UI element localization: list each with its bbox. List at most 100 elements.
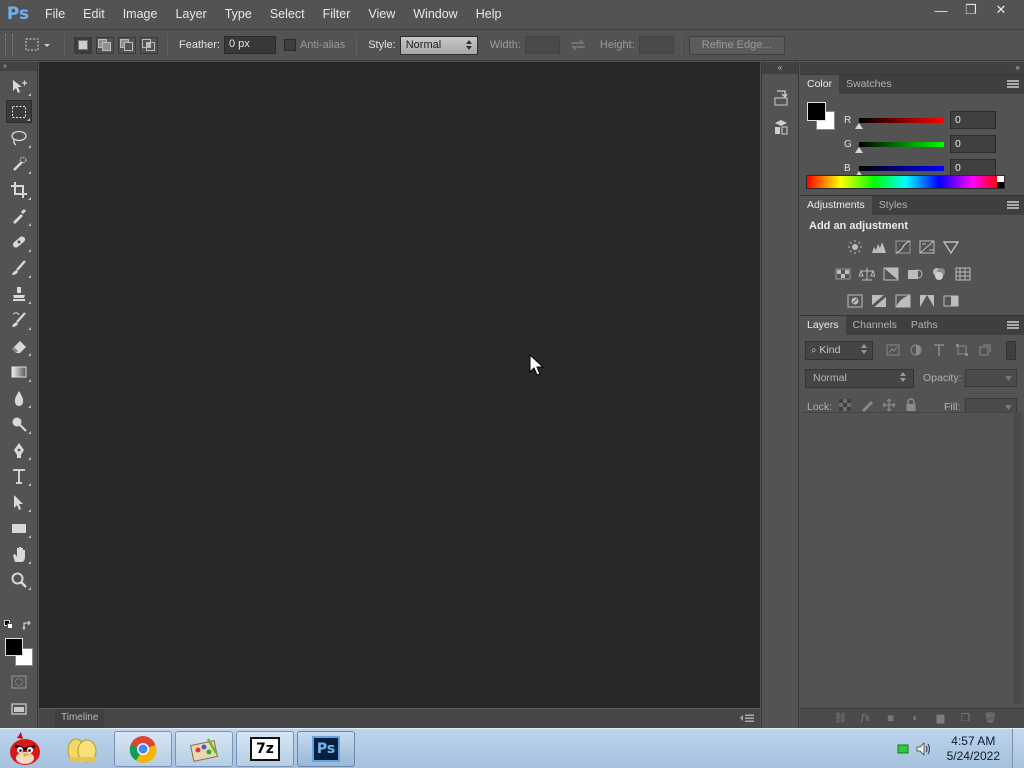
menu-window[interactable]: Window bbox=[404, 0, 466, 28]
feather-input[interactable]: 0 px bbox=[223, 36, 276, 54]
volume-icon[interactable] bbox=[915, 741, 933, 757]
dock-collapse-arrows[interactable]: « bbox=[762, 62, 798, 74]
anti-alias-checkbox[interactable] bbox=[283, 39, 296, 51]
taskbar-file-explorer[interactable] bbox=[53, 731, 111, 767]
rectangle-tool-button[interactable] bbox=[6, 516, 32, 539]
close-button[interactable]: ✕ bbox=[986, 0, 1016, 20]
zoom-tool-button[interactable] bbox=[6, 568, 32, 591]
foreground-color-swatch[interactable] bbox=[5, 638, 23, 656]
menu-edit[interactable]: Edit bbox=[74, 0, 114, 28]
rectangular-marquee-tool-button[interactable] bbox=[6, 100, 32, 123]
lock-position-icon[interactable] bbox=[882, 398, 896, 412]
taskbar-photoshop[interactable]: Ps bbox=[297, 730, 355, 767]
tab-styles[interactable]: Styles bbox=[872, 196, 915, 215]
hand-tool-button[interactable] bbox=[6, 542, 32, 565]
menu-type[interactable]: Type bbox=[216, 0, 261, 28]
new-group-icon[interactable]: ▆ bbox=[933, 713, 948, 725]
swap-colors-icon[interactable] bbox=[22, 620, 33, 631]
width-input[interactable] bbox=[524, 36, 560, 54]
link-layers-icon[interactable]: ⛓ bbox=[833, 713, 848, 725]
tab-swatches[interactable]: Swatches bbox=[839, 75, 899, 94]
red-thumb[interactable] bbox=[855, 123, 863, 129]
delete-layer-icon[interactable]: 🗑 bbox=[983, 713, 998, 725]
adjustment-layer-icon[interactable]: ◐ bbox=[908, 713, 923, 725]
tab-adjustments[interactable]: Adjustments bbox=[800, 196, 872, 215]
options-bar-grip[interactable] bbox=[5, 34, 13, 56]
eyedropper-tool-button[interactable] bbox=[6, 204, 32, 227]
type-tool-button[interactable] bbox=[6, 464, 32, 487]
exposure-adjustment-button[interactable] bbox=[918, 239, 935, 254]
eraser-tool-button[interactable] bbox=[6, 334, 32, 357]
levels-adjustment-button[interactable] bbox=[870, 239, 887, 254]
invert-adjustment-button[interactable] bbox=[846, 293, 863, 308]
panel-menu-icon[interactable] bbox=[740, 714, 754, 723]
threshold-adjustment-button[interactable] bbox=[894, 293, 911, 308]
history-brush-tool-button[interactable] bbox=[6, 308, 32, 331]
smart-object-filter-icon[interactable] bbox=[978, 343, 992, 357]
lock-transparent-pixels-icon[interactable] bbox=[838, 398, 852, 412]
quick-mask-button[interactable] bbox=[6, 670, 32, 693]
brush-tool-button[interactable] bbox=[6, 256, 32, 279]
new-layer-icon[interactable]: ❐ bbox=[958, 713, 973, 725]
color-balance-adjustment-button[interactable] bbox=[858, 266, 875, 281]
type-layer-filter-icon[interactable] bbox=[932, 343, 946, 357]
menu-file[interactable]: File bbox=[36, 0, 74, 28]
menu-layer[interactable]: Layer bbox=[166, 0, 215, 28]
menu-view[interactable]: View bbox=[359, 0, 404, 28]
taskbar-chrome[interactable] bbox=[114, 730, 172, 767]
restore-button[interactable]: ❐ bbox=[956, 0, 986, 20]
show-desktop-button[interactable] bbox=[1012, 729, 1024, 768]
default-colors-icon[interactable] bbox=[4, 620, 14, 630]
panel-menu-icon[interactable] bbox=[1007, 201, 1019, 209]
style-select[interactable]: Normal bbox=[399, 35, 478, 55]
hue-saturation-adjustment-button[interactable] bbox=[834, 266, 851, 281]
vibrance-adjustment-button[interactable] bbox=[942, 239, 959, 254]
path-selection-tool-button[interactable] bbox=[6, 490, 32, 513]
gradient-map-adjustment-button[interactable] bbox=[942, 293, 959, 308]
tab-paths[interactable]: Paths bbox=[904, 316, 945, 335]
subtract-from-selection-mode-button[interactable] bbox=[118, 36, 136, 54]
dock-expand-arrows[interactable]: » bbox=[800, 62, 1024, 74]
tab-channels[interactable]: Channels bbox=[846, 316, 904, 335]
curves-adjustment-button[interactable] bbox=[894, 239, 911, 254]
filter-toggle-switch[interactable] bbox=[1006, 341, 1016, 360]
document-canvas-area[interactable] bbox=[39, 62, 760, 708]
panel-menu-icon[interactable] bbox=[1007, 80, 1019, 88]
fx-icon[interactable]: fx bbox=[858, 713, 873, 725]
shape-layer-filter-icon[interactable] bbox=[955, 343, 969, 357]
move-tool-button[interactable] bbox=[6, 74, 32, 97]
red-track[interactable] bbox=[859, 118, 944, 123]
blend-mode-select[interactable]: Normal bbox=[805, 369, 914, 388]
dodge-tool-button[interactable] bbox=[6, 412, 32, 435]
network-icon[interactable] bbox=[897, 743, 909, 755]
tools-collapse-arrows[interactable]: » bbox=[0, 62, 37, 71]
menu-image[interactable]: Image bbox=[114, 0, 167, 28]
foreground-color-swatch[interactable] bbox=[807, 102, 826, 121]
tab-layers[interactable]: Layers bbox=[800, 316, 846, 335]
menu-select[interactable]: Select bbox=[261, 0, 314, 28]
properties-panel-button[interactable] bbox=[768, 115, 794, 138]
lasso-tool-button[interactable] bbox=[6, 126, 32, 149]
add-mask-icon[interactable]: ◙ bbox=[883, 713, 898, 725]
quick-selection-tool-button[interactable] bbox=[6, 152, 32, 175]
menu-help[interactable]: Help bbox=[467, 0, 511, 28]
new-selection-mode-button[interactable] bbox=[74, 36, 92, 54]
add-to-selection-mode-button[interactable] bbox=[96, 36, 114, 54]
menu-filter[interactable]: Filter bbox=[314, 0, 360, 28]
layers-list[interactable] bbox=[801, 412, 1014, 704]
timeline-tab[interactable]: Timeline bbox=[55, 709, 105, 728]
color-lookup-adjustment-button[interactable] bbox=[954, 266, 971, 281]
lock-all-icon[interactable] bbox=[904, 398, 918, 412]
taskbar-clock[interactable]: 4:57 AM 5/24/2022 bbox=[947, 734, 1000, 764]
screen-mode-button[interactable] bbox=[6, 698, 32, 721]
green-value-input[interactable]: 0 bbox=[950, 135, 996, 153]
spot-healing-brush-tool-button[interactable] bbox=[6, 230, 32, 253]
taskbar-7zip[interactable]: 7z bbox=[236, 730, 294, 767]
lock-image-pixels-icon[interactable] bbox=[860, 398, 874, 412]
brightness-contrast-adjustment-button[interactable] bbox=[846, 239, 863, 254]
black-white-adjustment-button[interactable] bbox=[882, 266, 899, 281]
clone-stamp-tool-button[interactable] bbox=[6, 282, 32, 305]
panel-menu-icon[interactable] bbox=[1007, 321, 1019, 329]
layers-scrollbar[interactable] bbox=[1014, 412, 1022, 704]
photo-filter-adjustment-button[interactable] bbox=[906, 266, 923, 281]
